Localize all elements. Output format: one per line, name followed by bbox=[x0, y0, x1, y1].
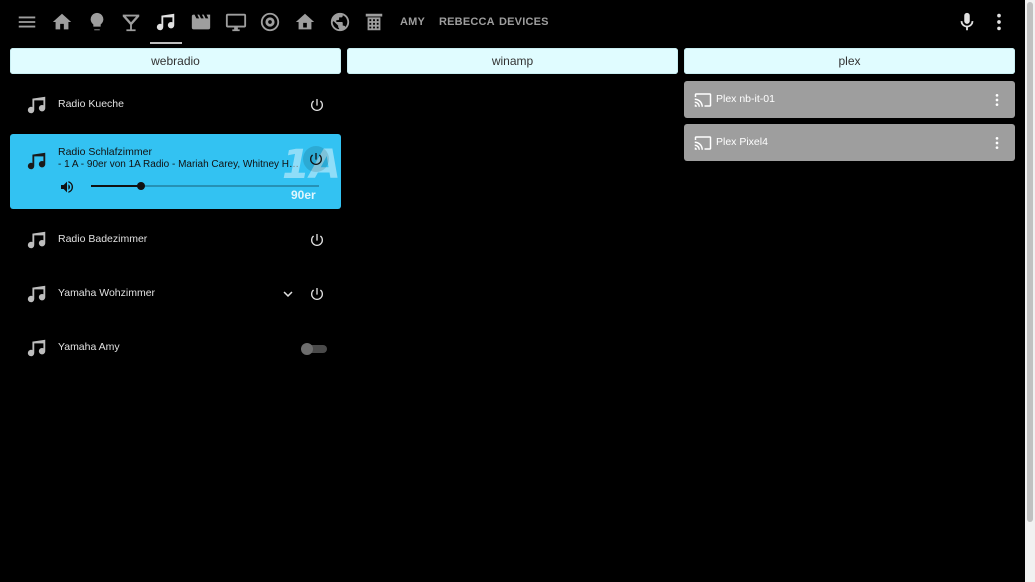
player-name: Radio Badezimmer bbox=[58, 233, 148, 245]
music-note-icon bbox=[26, 94, 48, 116]
music-note-icon[interactable] bbox=[154, 10, 178, 34]
more-vertical-icon[interactable] bbox=[987, 133, 1007, 153]
top-toolbar: AMY REBECCA DEVICES bbox=[0, 0, 1025, 44]
clapperboard-icon[interactable] bbox=[189, 10, 213, 34]
slider-thumb[interactable] bbox=[137, 182, 146, 190]
chevron-down-icon bbox=[283, 291, 293, 297]
toggle-knob bbox=[301, 343, 313, 355]
plex-player-card[interactable]: Plex Pixel4 bbox=[684, 124, 1015, 161]
slider-fill bbox=[91, 185, 142, 187]
player-name: Radio Schlafzimmer bbox=[58, 146, 152, 158]
cast-icon bbox=[694, 134, 712, 152]
robot-vacuum-icon[interactable] bbox=[258, 10, 282, 34]
microphone-icon[interactable] bbox=[955, 10, 979, 34]
music-note-icon bbox=[26, 150, 48, 172]
power-button[interactable] bbox=[305, 228, 329, 252]
player-name: Yamaha Wohzimmer bbox=[58, 287, 156, 299]
active-tab-indicator bbox=[150, 42, 182, 44]
music-note-icon bbox=[26, 283, 48, 305]
volume-slider[interactable] bbox=[91, 179, 319, 193]
tab-amy[interactable]: AMY bbox=[400, 16, 425, 28]
power-icon bbox=[311, 288, 323, 301]
player-name: Yamaha Amy bbox=[58, 341, 120, 353]
power-icon bbox=[311, 234, 323, 247]
monitor-icon[interactable] bbox=[224, 10, 248, 34]
power-button[interactable] bbox=[305, 282, 329, 306]
media-player-yamaha-wohzimmer[interactable]: Yamaha Wohzimmer bbox=[10, 274, 341, 314]
player-name: Radio Kueche bbox=[58, 98, 124, 110]
media-player-radio-kueche[interactable]: Radio Kueche bbox=[10, 85, 341, 125]
volume-mute-button[interactable] bbox=[57, 177, 77, 197]
cocktail-icon[interactable] bbox=[119, 10, 143, 34]
page-scrollbar[interactable] bbox=[1025, 0, 1035, 582]
power-icon bbox=[311, 99, 323, 112]
scrollbar-thumb[interactable] bbox=[1027, 2, 1033, 522]
tab-devices[interactable]: DEVICES bbox=[499, 16, 549, 28]
music-note-icon bbox=[26, 337, 48, 359]
power-button[interactable] bbox=[305, 93, 329, 117]
winamp-header-button[interactable]: winamp bbox=[347, 48, 678, 74]
globe-icon[interactable] bbox=[328, 10, 352, 34]
volume-icon bbox=[61, 181, 74, 193]
media-player-yamaha-amy[interactable]: Yamaha Amy bbox=[10, 328, 341, 368]
power-toggle[interactable] bbox=[301, 343, 327, 355]
menu-icon[interactable] bbox=[15, 10, 39, 34]
lightbulb-icon[interactable] bbox=[85, 10, 109, 34]
power-button[interactable] bbox=[303, 146, 329, 172]
plex-header-button[interactable]: plex bbox=[684, 48, 1015, 74]
now-playing-text: - 1 A - 90er von 1A Radio - Mariah Carey… bbox=[58, 159, 304, 170]
tab-rebecca[interactable]: REBECCA bbox=[439, 16, 495, 28]
expand-button[interactable] bbox=[277, 283, 299, 305]
cast-icon bbox=[694, 91, 712, 109]
plex-player-name: Plex nb-it-01 bbox=[716, 93, 775, 105]
media-player-radio-schlafzimmer[interactable]: Radio Schlafzimmer - 1 A - 90er von 1A R… bbox=[10, 134, 341, 209]
music-note-icon bbox=[26, 229, 48, 251]
home-icon[interactable] bbox=[50, 10, 74, 34]
plex-player-card[interactable]: Plex nb-it-01 bbox=[684, 81, 1015, 118]
house-icon[interactable] bbox=[293, 10, 317, 34]
media-player-radio-badezimmer[interactable]: Radio Badezimmer bbox=[10, 220, 341, 260]
plex-player-name: Plex Pixel4 bbox=[716, 136, 768, 148]
webradio-header-button[interactable]: webradio bbox=[10, 48, 341, 74]
power-icon bbox=[310, 153, 322, 166]
building-icon[interactable] bbox=[362, 10, 386, 34]
more-vertical-icon[interactable] bbox=[987, 90, 1007, 110]
more-vertical-icon[interactable] bbox=[987, 10, 1011, 34]
